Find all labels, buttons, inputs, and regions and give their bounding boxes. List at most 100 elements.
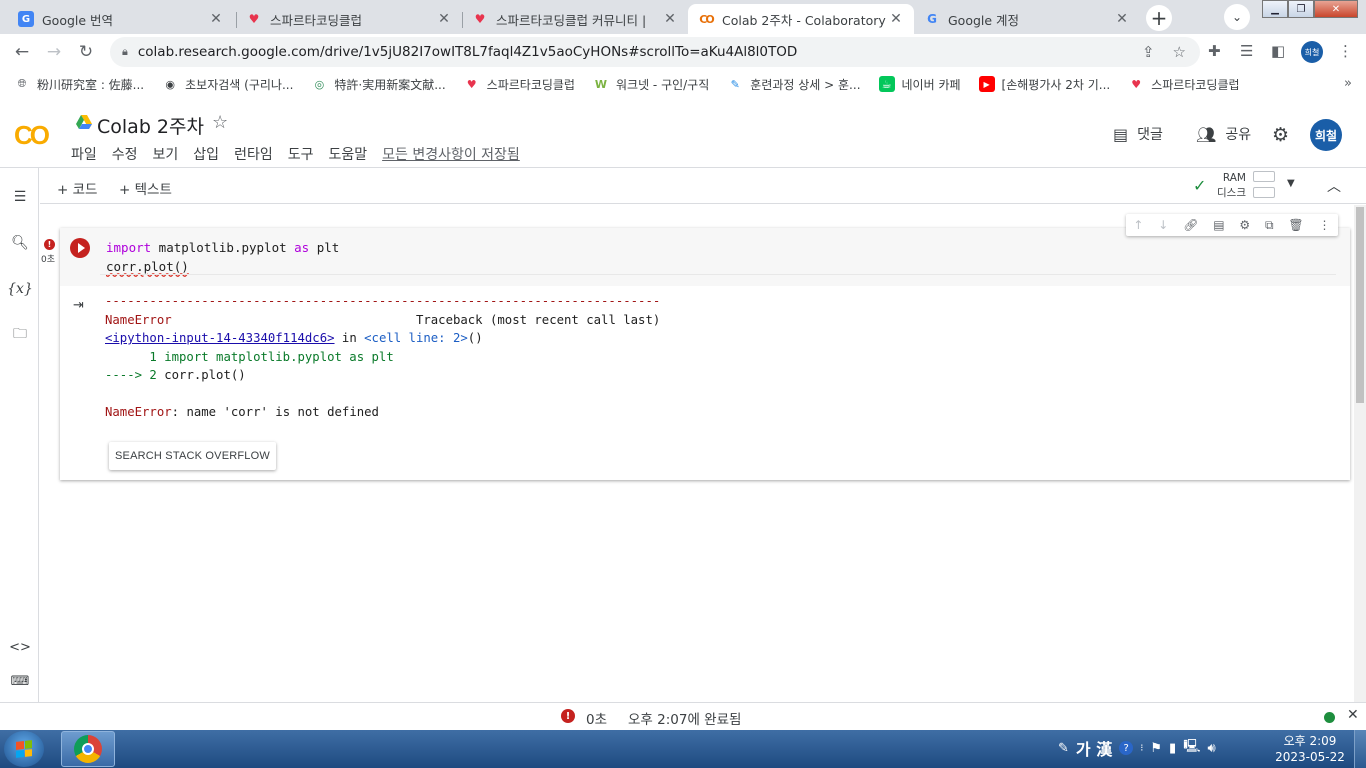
close-icon[interactable]: ✕ bbox=[208, 11, 224, 27]
extensions-icon[interactable]: ✚ bbox=[1208, 42, 1221, 60]
share-page-icon[interactable]: ⇪ bbox=[1142, 43, 1155, 61]
command-palette-icon[interactable]: ⌨ bbox=[9, 670, 31, 692]
clear-output-icon[interactable]: ⇥ bbox=[73, 298, 84, 313]
tab-sparta[interactable]: ♥ 스파르타코딩클럽 ✕ bbox=[236, 4, 462, 34]
scrollbar[interactable] bbox=[1354, 205, 1366, 702]
ime-toolbar-icon[interactable]: ✎ bbox=[1058, 741, 1069, 756]
run-cell-button[interactable] bbox=[70, 238, 90, 258]
forward-button[interactable]: → bbox=[42, 40, 66, 64]
scrollbar-thumb[interactable] bbox=[1356, 207, 1364, 403]
menu-help[interactable]: 도움말 bbox=[328, 144, 367, 164]
runtime-dropdown-icon[interactable]: ▼ bbox=[1287, 178, 1295, 189]
menu-file[interactable]: 파일 bbox=[71, 144, 97, 164]
browser-profile-avatar[interactable]: 희철 bbox=[1301, 41, 1323, 63]
bookmark-star-icon[interactable]: ☆ bbox=[1173, 43, 1186, 61]
search-stack-overflow-button[interactable]: SEARCH STACK OVERFLOW bbox=[109, 442, 276, 470]
traceback-link[interactable]: <ipython-input-14-43340f114dc6> bbox=[105, 331, 335, 345]
sparta-heart-icon: ♥ bbox=[248, 12, 260, 26]
maximize-button[interactable]: ❐ bbox=[1288, 0, 1314, 18]
close-icon[interactable]: ✕ bbox=[662, 11, 678, 27]
mirror-cell-icon[interactable]: ⧉ bbox=[1265, 218, 1274, 233]
tab-google-account[interactable]: G Google 계정 ✕ bbox=[914, 4, 1140, 34]
google-drive-icon[interactable] bbox=[76, 115, 92, 129]
star-icon[interactable]: ☆ bbox=[212, 112, 228, 133]
minimize-button[interactable]: ▁ bbox=[1262, 0, 1288, 18]
share-button[interactable]: 👥︎ 공유 bbox=[1196, 124, 1251, 144]
add-text-button[interactable]: + 텍스트 bbox=[119, 178, 172, 198]
network-icon[interactable]: 🖳︎ bbox=[1183, 737, 1200, 759]
error-status-icon[interactable]: ! bbox=[561, 709, 575, 723]
menu-runtime[interactable]: 런타임 bbox=[234, 144, 273, 164]
back-button[interactable]: ← bbox=[10, 40, 34, 64]
code-editor[interactable]: import matplotlib.pyplot as plt corr.plo… bbox=[100, 228, 1350, 286]
delete-icon[interactable]: 🗑︎ bbox=[1288, 218, 1303, 232]
bookmark-item[interactable]: ✎ 훈련과정 상세 > 훈... bbox=[727, 76, 861, 93]
address-bar[interactable]: 🔒︎ colab.research.google.com/drive/1v5jU… bbox=[110, 37, 1200, 67]
bookmark-item[interactable]: ▶ [손해평가사 2차 기... bbox=[978, 76, 1110, 93]
folder-icon[interactable]: 🗀 bbox=[9, 324, 31, 346]
taskbar-clock[interactable]: 오후 2:09 2023-05-22 bbox=[1270, 733, 1350, 765]
url-text[interactable]: colab.research.google.com/drive/1v5jU82I… bbox=[138, 44, 797, 60]
save-status[interactable]: 모든 변경사항이 저장됨 bbox=[382, 144, 520, 164]
colab-logo[interactable]: CO bbox=[14, 120, 50, 151]
bookmarks-bar: 🌐︎ 粉川研究室 : 佐藤... ◉ 초보자검색 (구리나... ◎ 特許·実用新案文… bbox=[0, 70, 1366, 98]
browser-menu-icon[interactable]: ⋮ bbox=[1338, 42, 1353, 60]
bookmark-item[interactable]: ◎ 特許·実用新案文献... bbox=[311, 76, 446, 93]
more-icon[interactable]: ⋮ bbox=[1318, 218, 1330, 232]
bookmarks-overflow-icon[interactable]: » bbox=[1344, 76, 1352, 91]
add-code-button[interactable]: + 코드 bbox=[57, 178, 97, 198]
side-panel-icon[interactable]: ◧ bbox=[1271, 42, 1285, 60]
window-close-button[interactable]: ✕ bbox=[1314, 0, 1358, 18]
comment-button[interactable]: ▤ 댓글 bbox=[1113, 124, 1163, 144]
move-down-icon[interactable]: ↓ bbox=[1158, 218, 1168, 232]
tab-colab[interactable]: CO Colab 2주차 - Colaboratory ✕ bbox=[688, 4, 914, 34]
avatar[interactable]: 희철 bbox=[1310, 119, 1342, 151]
bookmark-item[interactable]: ♥ 스파르타코딩클럽 bbox=[1128, 76, 1239, 93]
usb-device-icon[interactable]: ▮ bbox=[1169, 741, 1176, 756]
link-icon[interactable]: 🔗︎ bbox=[1183, 218, 1198, 232]
close-icon[interactable]: ✕ bbox=[436, 11, 452, 27]
bookmark-item[interactable]: 🌐︎ 粉川研究室 : 佐藤... bbox=[14, 76, 145, 93]
bookmark-item[interactable]: W 워크넷 - 구인/구직 bbox=[593, 76, 709, 93]
menu-edit[interactable]: 수정 bbox=[112, 144, 138, 164]
reload-button[interactable]: ↻ bbox=[74, 40, 98, 64]
menu-view[interactable]: 보기 bbox=[153, 144, 179, 164]
colab-icon: CO bbox=[699, 12, 714, 26]
start-button[interactable] bbox=[4, 731, 44, 767]
status-bar: ! 0초 오후 2:07에 완료됨 ✕ bbox=[0, 702, 1366, 730]
tab-google-translate[interactable]: G Google 번역 ✕ bbox=[8, 4, 234, 34]
volume-icon[interactable]: 🔊︎ bbox=[1208, 741, 1216, 756]
ime-options-icon[interactable]: ⁝ bbox=[1140, 743, 1143, 754]
collapse-header-icon[interactable]: ︿ bbox=[1327, 176, 1341, 196]
bookmark-item[interactable]: ◉ 초보자검색 (구리나... bbox=[162, 76, 293, 93]
ime-indicator[interactable]: 가 漢 bbox=[1076, 736, 1112, 760]
show-desktop-button[interactable] bbox=[1354, 730, 1366, 768]
close-icon[interactable]: ✕ bbox=[1347, 707, 1359, 723]
search-icon[interactable]: 🔍︎ bbox=[9, 232, 31, 254]
new-tab-button[interactable]: + bbox=[1146, 5, 1172, 31]
notebook-title[interactable]: Colab 2주차 bbox=[97, 112, 204, 139]
settings-button[interactable]: ⚙ bbox=[1272, 124, 1298, 146]
gear-icon[interactable]: ⚙ bbox=[1239, 218, 1250, 232]
close-icon[interactable]: ✕ bbox=[1114, 11, 1130, 27]
code-cell[interactable]: import matplotlib.pyplot as plt corr.plo… bbox=[60, 228, 1350, 480]
tab-sparta-community[interactable]: ♥ 스파르타코딩클럽 커뮤니티 | ✕ bbox=[462, 4, 688, 34]
table-of-contents-icon[interactable]: ☰ bbox=[9, 186, 31, 208]
comment-icon[interactable]: ▤ bbox=[1213, 218, 1224, 232]
help-icon[interactable]: ? bbox=[1119, 741, 1134, 755]
variables-icon[interactable]: {x} bbox=[7, 278, 33, 300]
resource-labels[interactable]: RAM 디스크 bbox=[1217, 171, 1246, 201]
menu-tools[interactable]: 도구 bbox=[288, 144, 314, 164]
code-snippets-icon[interactable]: <> bbox=[9, 636, 31, 658]
chrome-taskbar-button[interactable] bbox=[61, 731, 115, 767]
windows-taskbar: ✎ 가 漢 ? ⁝ ⚑ ▮ 🖳︎ 🔊︎ 오후 2:09 2023-05-22 bbox=[0, 730, 1366, 768]
reading-list-icon[interactable]: ☰ bbox=[1240, 42, 1253, 60]
bookmark-item[interactable]: ☕︎ 네이버 카페 bbox=[878, 76, 961, 93]
close-icon[interactable]: ✕ bbox=[888, 11, 904, 27]
move-up-icon[interactable]: ↑ bbox=[1133, 218, 1143, 232]
action-center-flag-icon[interactable]: ⚑ bbox=[1150, 741, 1162, 756]
jplat-icon: ◎ bbox=[314, 77, 325, 91]
bookmark-item[interactable]: ♥ 스파르타코딩클럽 bbox=[464, 76, 575, 93]
tab-search-button[interactable]: ⌄ bbox=[1224, 4, 1250, 30]
menu-insert[interactable]: 삽입 bbox=[193, 144, 219, 164]
